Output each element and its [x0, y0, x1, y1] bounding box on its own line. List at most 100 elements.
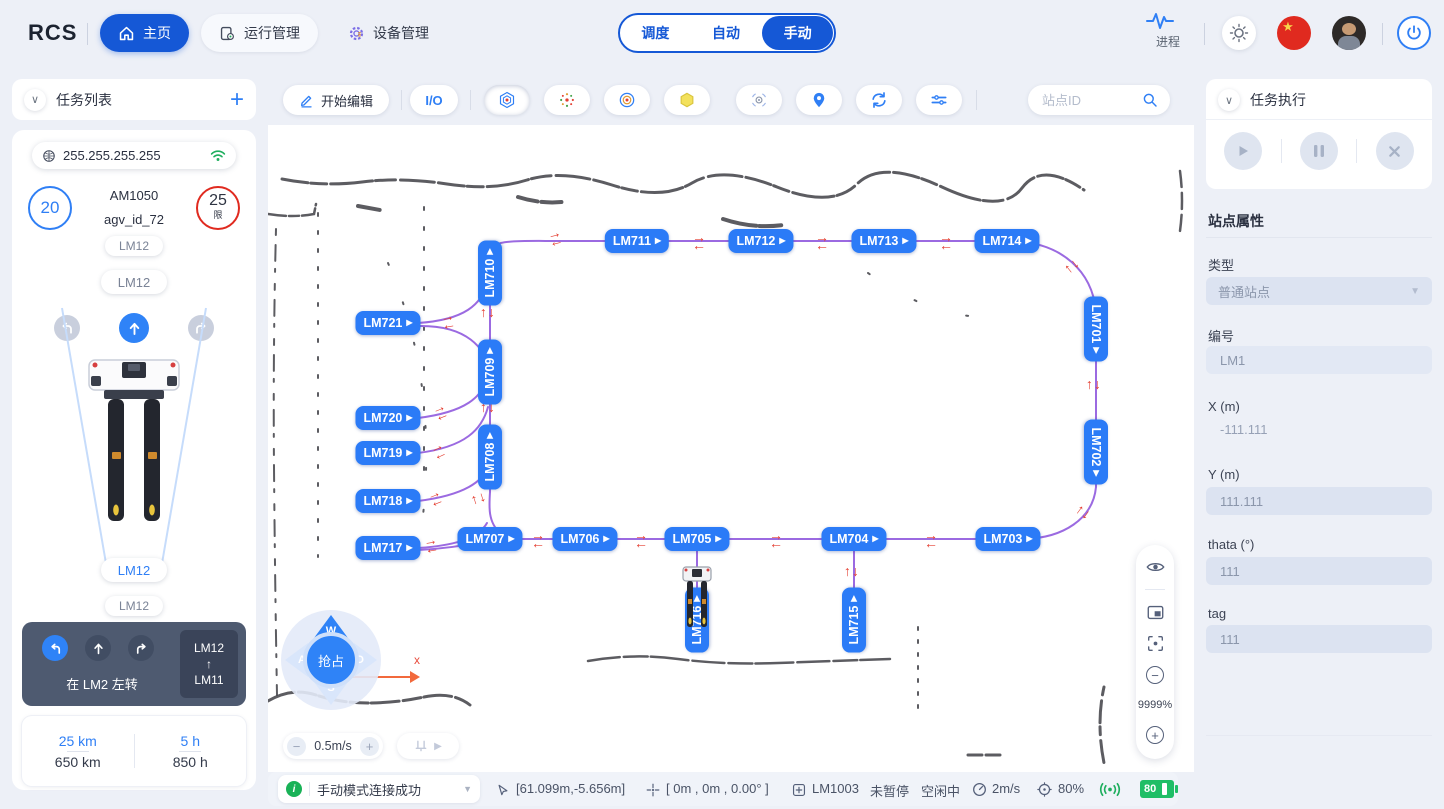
- power-button[interactable]: [1397, 16, 1431, 50]
- current-station-pill[interactable]: LM12: [101, 558, 167, 582]
- layer-target-button[interactable]: [604, 85, 650, 115]
- map-station-LM707[interactable]: LM707▶: [457, 527, 522, 551]
- zoom-out-button[interactable]: −: [1146, 666, 1164, 684]
- station-label: LM718: [363, 494, 402, 508]
- io-button[interactable]: I/O: [410, 85, 458, 115]
- start-edit-label: 开始编辑: [321, 91, 373, 110]
- language-flag-button[interactable]: ★: [1277, 16, 1311, 50]
- signal-icon: [1098, 782, 1122, 797]
- route-arrow-pair: →←: [686, 232, 712, 250]
- process-label: 进程: [1146, 33, 1190, 50]
- y-input[interactable]: [1218, 493, 1420, 510]
- nav-home[interactable]: 主页: [100, 14, 189, 52]
- map-station-LM703[interactable]: LM703▶: [975, 527, 1040, 551]
- station-props-title: 站点属性: [1208, 211, 1264, 231]
- map-station-LM718[interactable]: LM718▶: [355, 489, 420, 513]
- layer-nodes-button[interactable]: [484, 85, 530, 115]
- station-search-input[interactable]: [1040, 92, 1142, 109]
- center-focus-icon[interactable]: [1147, 635, 1164, 652]
- map-station-LM713[interactable]: LM713▶: [851, 229, 916, 253]
- app-root: RCS 主页 运行管理 设备管理 调度: [0, 0, 1444, 809]
- speed-increase-button[interactable]: +: [360, 737, 379, 756]
- station-label: LM705: [672, 532, 711, 546]
- map-station-LM715[interactable]: LM715▶: [842, 587, 866, 652]
- map-station-LM706[interactable]: LM706▶: [552, 527, 617, 551]
- y-field[interactable]: [1206, 487, 1432, 515]
- station-direction-icon: ▶: [779, 237, 785, 245]
- agv-card: 255.255.255.255 20 AM1050 agv_id_72 25 限…: [12, 130, 256, 790]
- power-icon: [1405, 24, 1423, 42]
- concentric-target-icon: [617, 90, 637, 110]
- locate-button[interactable]: [796, 85, 842, 115]
- minimap-icon[interactable]: [1147, 605, 1164, 620]
- connection-status[interactable]: i 手动模式连接成功 ▼: [278, 775, 480, 803]
- tag-field[interactable]: [1206, 625, 1432, 653]
- process-button[interactable]: 进程: [1146, 11, 1190, 50]
- plus-square-icon: [792, 783, 806, 797]
- route-arrow-pair: →←: [525, 530, 551, 548]
- map-station-LM712[interactable]: LM712▶: [728, 229, 793, 253]
- search-icon[interactable]: [1142, 92, 1158, 108]
- map-station-LM719[interactable]: LM719▶: [355, 441, 420, 465]
- task-pause-button[interactable]: [1300, 132, 1338, 170]
- tag-input[interactable]: [1218, 631, 1420, 648]
- speed-decrease-button[interactable]: −: [287, 737, 306, 756]
- layer-area-button[interactable]: [664, 85, 710, 115]
- theta-input[interactable]: [1218, 563, 1420, 580]
- map-robot-icon[interactable]: [679, 565, 715, 631]
- nav-devices[interactable]: 设备管理: [330, 14, 447, 52]
- fork-control[interactable]: ▶: [397, 733, 459, 759]
- filter-settings-button[interactable]: [916, 85, 962, 115]
- theta-field[interactable]: [1206, 557, 1432, 585]
- nav-straight-icon[interactable]: [85, 635, 111, 661]
- mode-dispatch[interactable]: 调度: [620, 15, 691, 51]
- map-station-LM710[interactable]: LM710▶: [478, 240, 502, 305]
- navigation-card: LM12 ↑ LM11 在 LM2 左转: [22, 622, 246, 706]
- chevron-down-icon[interactable]: ▼: [463, 784, 472, 794]
- map-station-LM704[interactable]: LM704▶: [821, 527, 886, 551]
- map-station-LM711[interactable]: LM711▶: [605, 229, 669, 253]
- map-station-LM721[interactable]: LM721▶: [355, 311, 420, 335]
- mode-auto[interactable]: 自动: [691, 15, 762, 51]
- seize-control-button[interactable]: 抢占: [303, 632, 359, 688]
- map-station-LM720[interactable]: LM720▶: [355, 406, 420, 430]
- map-station-LM701[interactable]: LM701▶: [1084, 296, 1108, 361]
- station-label: LM707: [465, 532, 504, 546]
- task-play-button[interactable]: [1224, 132, 1262, 170]
- monitor-gear-icon: [219, 25, 236, 42]
- code-input[interactable]: [1218, 352, 1420, 369]
- divider: [87, 23, 88, 45]
- nav-operation[interactable]: 运行管理: [201, 14, 318, 52]
- eye-icon[interactable]: [1146, 560, 1165, 574]
- chevron-down-icon[interactable]: ∨: [24, 89, 46, 111]
- nav-turn-right-icon[interactable]: [128, 635, 154, 661]
- theme-toggle-button[interactable]: [1222, 16, 1256, 50]
- type-select[interactable]: 普通站点 ▼: [1206, 277, 1432, 305]
- map-station-LM714[interactable]: LM714▶: [974, 229, 1039, 253]
- map-station-LM709[interactable]: LM709▶: [478, 339, 502, 404]
- code-field[interactable]: [1206, 346, 1432, 374]
- map-station-LM705[interactable]: LM705▶: [664, 527, 729, 551]
- zoom-in-button[interactable]: +: [1146, 726, 1164, 744]
- map-viewport[interactable]: LM711▶ LM712▶ LM713▶ LM714▶ LM710▶ LM721▶ LM70…: [268, 67, 1194, 809]
- next-station-pill[interactable]: LM12: [105, 596, 163, 616]
- map-station-LM708[interactable]: LM708▶: [478, 424, 502, 489]
- work-state: 空闲中: [921, 781, 960, 800]
- nav-turn-left-icon[interactable]: [42, 635, 68, 661]
- mode-manual[interactable]: 手动: [762, 16, 833, 50]
- refresh-button[interactable]: [856, 85, 902, 115]
- relocate-button[interactable]: [736, 85, 782, 115]
- map-station-LM717[interactable]: LM717▶: [355, 536, 420, 560]
- station-direction-icon: ▶: [1092, 470, 1100, 476]
- chevron-down-icon[interactable]: ∨: [1218, 89, 1240, 111]
- battery-indicator: 80: [1140, 780, 1174, 798]
- speedometer-icon: [972, 782, 987, 797]
- station-direction-icon: ▶: [850, 595, 858, 601]
- add-task-button[interactable]: +: [230, 90, 244, 110]
- user-avatar[interactable]: [1332, 16, 1366, 50]
- start-edit-button[interactable]: 开始编辑: [283, 85, 389, 115]
- manual-speed-control: − 0.5m/s +: [283, 733, 383, 759]
- map-station-LM702[interactable]: LM702▶: [1084, 419, 1108, 484]
- task-cancel-button[interactable]: [1376, 132, 1414, 170]
- layer-scatter-button[interactable]: [544, 85, 590, 115]
